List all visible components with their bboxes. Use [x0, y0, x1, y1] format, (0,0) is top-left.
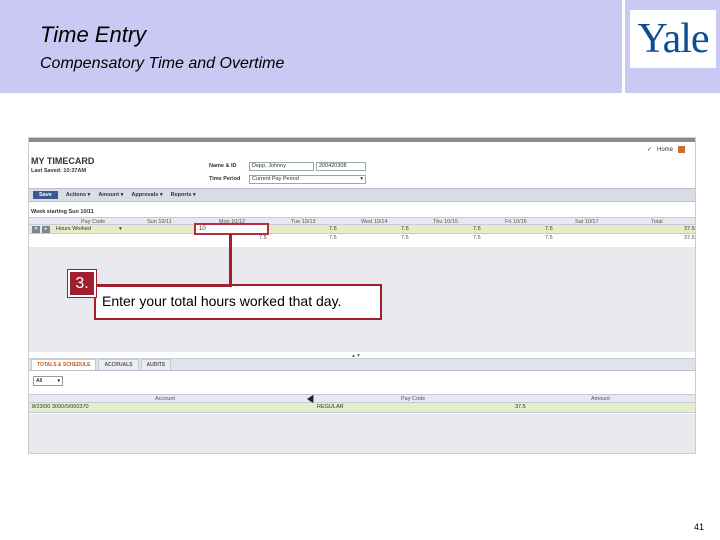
totals-header: Account Pay Code Amount: [29, 394, 695, 403]
tab-audits[interactable]: AUDITS: [140, 359, 172, 370]
step-badge: 3.: [67, 269, 97, 298]
time-period-select[interactable]: Current Pay Period ▾: [249, 175, 366, 184]
slide-title: Time Entry: [40, 22, 147, 47]
row-pay-code-lower: REGULAR: [317, 404, 344, 410]
fri-value[interactable]: 7.5: [545, 225, 553, 233]
totals-row: 7.5 7.5 7.5 7.5 7.5 37.5: [29, 234, 695, 243]
lower-tabs: TOTALS & SCHEDULE ACCRUALS AUDITS: [29, 359, 695, 371]
page-number: 41: [693, 522, 704, 532]
home-link[interactable]: Home: [657, 147, 673, 153]
tue-total: 7.5: [329, 235, 337, 241]
tue-value[interactable]: 7.5: [329, 225, 337, 233]
totals-empty-area: [29, 414, 695, 453]
col-wed: Wed 10/14: [361, 219, 388, 225]
time-period-value: Current Pay Period: [252, 176, 299, 182]
week-label: Week starting Sun 10/11: [31, 209, 94, 215]
timecard-heading: MY TIMECARD: [31, 156, 95, 166]
chevron-down-icon: ▾: [360, 176, 363, 182]
wed-total: 7.5: [401, 235, 409, 241]
app-top-bar: [29, 138, 695, 142]
pane-splitter[interactable]: ▲▼: [29, 352, 695, 359]
col-sat: Sat 10/17: [575, 219, 599, 225]
chevron-down-icon: ▾: [57, 378, 60, 384]
row-account: 8/23/00 3000/0/000370: [32, 404, 89, 410]
row-total: 37.5: [684, 226, 695, 232]
slide-subtitle: Compensatory Time and Overtime: [40, 55, 285, 72]
help-icon[interactable]: [678, 146, 685, 153]
row-delete-icon[interactable]: ✕: [32, 226, 40, 233]
grand-total: 37.5: [684, 235, 695, 241]
tab-totals-schedule[interactable]: TOTALS & SCHEDULE: [31, 359, 97, 370]
timecard-toolbar: Save Actions ▾ Amount ▾ Approvals ▾ Repo…: [29, 188, 695, 202]
wed-value[interactable]: 7.5: [401, 225, 409, 233]
table-row: ✕ ▸ Hours Worked ▾ 7.5 7.5 7.5 7.5 37.5: [29, 225, 695, 234]
column-divider: [313, 395, 314, 402]
thu-total: 7.5: [473, 235, 481, 241]
callout-text: Enter your total hours worked that day.: [102, 293, 342, 309]
home-check-icon: ✓: [646, 147, 652, 153]
row-pay-code[interactable]: Hours Worked: [56, 225, 91, 233]
col-total: Total: [651, 219, 663, 225]
slide-header: Time Entry Compensatory Time and Overtim…: [0, 0, 622, 93]
col-account: Account: [155, 396, 175, 402]
thu-value[interactable]: 7.5: [473, 225, 481, 233]
chevron-down-icon[interactable]: ▾: [119, 225, 122, 233]
totals-filter-select[interactable]: All ▾: [33, 376, 63, 386]
grid-header: Pay Code Sun 10/11 Mon 10/12 Tue 10/13 W…: [29, 217, 695, 225]
callout-connector-vertical: [229, 234, 232, 286]
timecard-grid: Pay Code Sun 10/11 Mon 10/12 Tue 10/13 W…: [29, 217, 695, 243]
app-top-links: ✓ Home: [647, 146, 685, 153]
col-pay-code-lower: Pay Code: [401, 396, 426, 402]
col-pay-code: Pay Code: [81, 219, 106, 225]
employee-id-field[interactable]: 200420308: [316, 162, 366, 171]
name-field[interactable]: Depp, Johnny: [249, 162, 314, 171]
table-row: 8/23/00 3000/0/000370 REGULAR 37.5: [29, 403, 695, 413]
mon-total: 7.5: [259, 235, 267, 241]
col-thu: Thu 10/15: [433, 219, 458, 225]
name-id-label: Name & ID: [209, 163, 237, 169]
yale-logo: Yale: [630, 10, 716, 68]
actions-menu[interactable]: Actions ▾: [66, 192, 90, 198]
save-button[interactable]: Save: [33, 191, 58, 199]
col-amount: Amount: [591, 396, 610, 402]
col-fri: Fri 10/16: [505, 219, 527, 225]
time-period-label: Time Period: [209, 176, 241, 182]
row-move-icon[interactable]: ▸: [42, 226, 50, 233]
amount-menu[interactable]: Amount ▾: [98, 192, 123, 198]
last-saved-text: Last Saved: 10:37AM: [31, 168, 87, 174]
col-sun: Sun 10/11: [147, 219, 172, 225]
reports-menu[interactable]: Reports ▾: [171, 192, 196, 198]
fri-total: 7.5: [545, 235, 553, 241]
col-tue: Tue 10/13: [291, 219, 316, 225]
filter-value: All: [36, 378, 43, 384]
callout-connector-horizontal: [94, 284, 232, 287]
row-amount: 37.5: [515, 404, 526, 410]
approvals-menu[interactable]: Approvals ▾: [131, 192, 162, 198]
logo-text: Yale: [637, 16, 709, 62]
tab-accruals[interactable]: ACCRUALS: [98, 359, 139, 370]
logo-container: Yale: [622, 0, 720, 93]
